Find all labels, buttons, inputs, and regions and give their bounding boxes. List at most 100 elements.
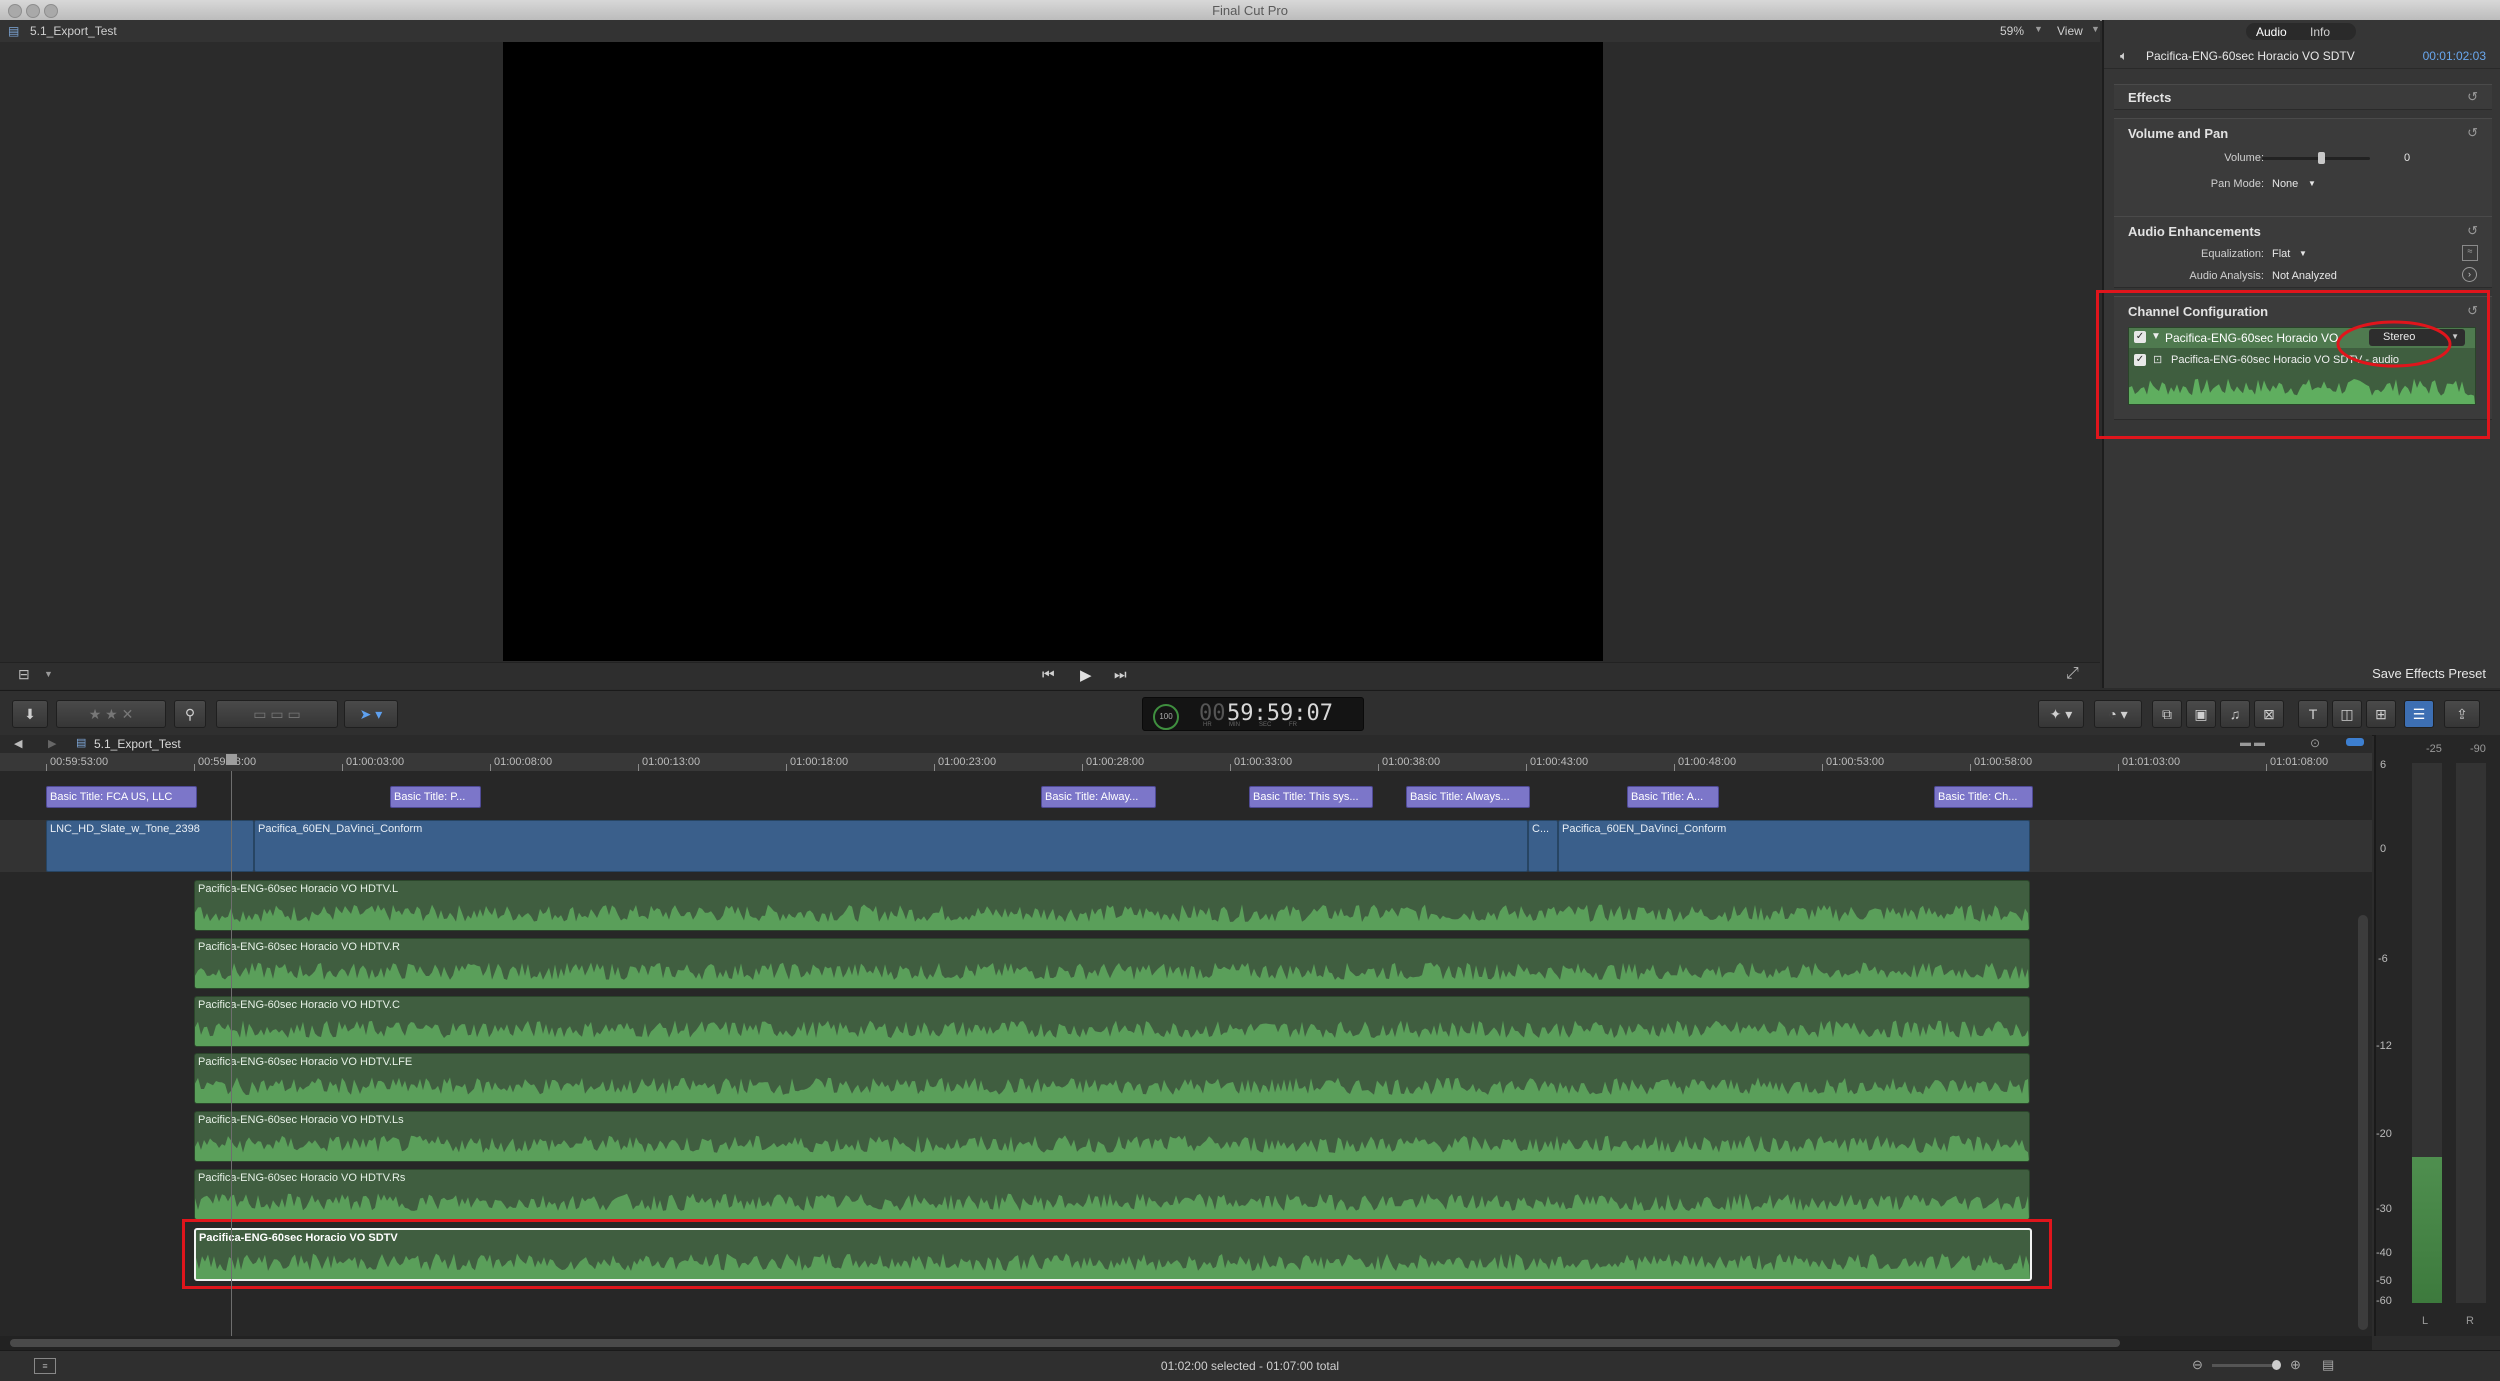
- play-button[interactable]: ▶: [1080, 666, 1092, 684]
- chevron-down-icon: ▼: [2091, 24, 2100, 34]
- reset-icon[interactable]: ↺: [2467, 125, 2478, 141]
- timeline-zoom-slider[interactable]: [2212, 1360, 2281, 1370]
- meter-scale-label: -6: [2378, 953, 2388, 965]
- clip-appearance-icon[interactable]: ▤: [2322, 1357, 2334, 1373]
- audio-skimming-icon[interactable]: ⊙: [2310, 736, 2320, 750]
- equalizer-icon[interactable]: ≈: [2462, 245, 2478, 261]
- keyword-icon[interactable]: ⚲: [174, 700, 206, 728]
- ruler-tick: [1082, 764, 1083, 771]
- timeline-ruler[interactable]: 00:59:53:0000:59:58:0001:00:03:0001:00:0…: [0, 753, 2372, 772]
- title-clip[interactable]: Basic Title: This sys...: [1249, 786, 1373, 808]
- photo-browser-icon[interactable]: ▣: [2186, 700, 2216, 728]
- import-icon[interactable]: ⬇: [12, 700, 48, 728]
- video-clip-label: Pacifica_60EN_DaVinci_Conform: [1562, 823, 1727, 835]
- video-clip[interactable]: C...: [1528, 820, 1558, 872]
- retime-icon[interactable]: ◔ ▾: [2094, 700, 2142, 728]
- next-edit-button[interactable]: ⏭: [1114, 666, 1127, 683]
- timecode-unit-sec: SEC: [1259, 722, 1272, 728]
- save-effects-preset-button[interactable]: Save Effects Preset: [2372, 666, 2486, 681]
- chevron-right-icon[interactable]: ›: [2462, 267, 2477, 282]
- volume-slider-knob[interactable]: [2318, 152, 2325, 164]
- ruler-tick-label: 01:00:28:00: [1086, 756, 1145, 768]
- ruler-tick: [1970, 764, 1971, 771]
- themes-browser-icon[interactable]: ⊞: [2366, 700, 2396, 728]
- audio-clip[interactable]: Pacifica-ENG-60sec Horacio VO HDTV.R: [194, 938, 2030, 989]
- playhead-handle[interactable]: [226, 754, 237, 765]
- fullscreen-icon[interactable]: ⤢: [2066, 665, 2079, 683]
- inspector-toggle-icon[interactable]: ☰: [2404, 700, 2434, 728]
- timecode-display[interactable]: 59:59:07: [1227, 701, 1333, 726]
- effects-browser-icon[interactable]: ⧉: [2152, 700, 2182, 728]
- audio-clip[interactable]: Pacifica-ENG-60sec Horacio VO HDTV.Rs: [194, 1169, 2030, 1220]
- peak-right: -90: [2470, 743, 2486, 755]
- title-clip[interactable]: Basic Title: P...: [390, 786, 481, 808]
- timeline-horizontal-scrollbar[interactable]: [10, 1339, 2120, 1347]
- video-clip-label: Pacifica_60EN_DaVinci_Conform: [258, 823, 423, 835]
- title-clip[interactable]: Basic Title: Always...: [1406, 786, 1530, 808]
- enhancements-icon[interactable]: ✦ ▾: [2038, 700, 2084, 728]
- timeline-zoom-knob[interactable]: [2272, 1360, 2281, 1370]
- audio-clip[interactable]: Pacifica-ENG-60sec Horacio VO HDTV.L: [194, 880, 2030, 931]
- video-clip-label: C...: [1532, 823, 1550, 835]
- audio-waveform: [195, 1135, 2029, 1161]
- forward-arrow-icon[interactable]: ▶: [48, 737, 56, 750]
- video-clip[interactable]: Pacifica_60EN_DaVinci_Conform: [1558, 820, 2030, 872]
- effects-heading: Effects: [2128, 90, 2172, 105]
- pan-mode-label: Pan Mode:: [2210, 178, 2264, 190]
- meter-scale-label: -30: [2376, 1203, 2392, 1215]
- pan-mode-dropdown[interactable]: None: [2272, 178, 2298, 190]
- clip-appearance-icon[interactable]: ▬ ▬: [2240, 737, 2265, 749]
- app-title: Final Cut Pro: [1212, 3, 1288, 18]
- playhead[interactable]: [231, 771, 232, 1336]
- previous-edit-button[interactable]: ⏮: [1042, 666, 1055, 683]
- timeline-vertical-scrollbar[interactable]: [2358, 915, 2368, 1330]
- share-icon[interactable]: ⇪: [2444, 700, 2480, 728]
- ruler-tick-label: 01:00:13:00: [642, 756, 701, 768]
- tab-audio[interactable]: Audio: [2256, 25, 2287, 39]
- tab-info[interactable]: Info: [2310, 25, 2330, 39]
- timecode-unit-min: MIN: [1229, 722, 1240, 728]
- ruler-tick: [2118, 764, 2119, 771]
- zoom-level-dropdown[interactable]: 59%: [2000, 24, 2024, 38]
- project-icon: ▤: [8, 24, 20, 38]
- select-tool-icon[interactable]: ➤ ▾: [344, 700, 398, 728]
- chevron-down-icon: ▼: [2299, 249, 2307, 258]
- title-clip[interactable]: Basic Title: FCA US, LLC: [46, 786, 197, 808]
- audio-waveform: [195, 1193, 2029, 1219]
- title-clip[interactable]: Basic Title: Alway...: [1041, 786, 1156, 808]
- render-progress: 100: [1153, 704, 1179, 730]
- title-clip[interactable]: Basic Title: A...: [1627, 786, 1719, 808]
- ruler-tick-label: 01:01:03:00: [2122, 756, 2181, 768]
- reset-icon[interactable]: ↺: [2467, 223, 2478, 239]
- music-browser-icon[interactable]: ♫: [2220, 700, 2250, 728]
- snapping-toggle[interactable]: [2346, 738, 2364, 746]
- edit-buttons[interactable]: ▭ ▭ ▭: [216, 700, 338, 728]
- back-arrow-icon[interactable]: ◀: [14, 737, 22, 750]
- title-clip[interactable]: Basic Title: Ch...: [1934, 786, 2033, 808]
- dashboard: 100 00 59:59:07 HR MIN SEC FR: [1142, 697, 1364, 731]
- zoom-out-icon[interactable]: ⊖: [2192, 1357, 2203, 1373]
- titles-browser-icon[interactable]: T: [2298, 700, 2328, 728]
- status-bar: ≡ 01:02:00 selected - 01:07:00 total ⊖ ⊕…: [0, 1350, 2500, 1381]
- inspector-clip-name: Pacifica-ENG-60sec Horacio VO SDTV: [2146, 49, 2355, 63]
- video-clip[interactable]: LNC_HD_Slate_w_Tone_2398: [46, 820, 254, 872]
- volume-pan-section: Volume and Pan ↺ Volume: 0 Pan Mode: Non…: [2114, 118, 2492, 228]
- audio-meters: -25 -90 6 0 -6 -12 -20 -30 -40 -50 -60 L…: [2374, 735, 2500, 1336]
- view-menu-button[interactable]: View: [2057, 24, 2083, 38]
- audio-clip[interactable]: Pacifica-ENG-60sec Horacio VO HDTV.LFE: [194, 1053, 2030, 1104]
- reset-icon[interactable]: ↺: [2467, 89, 2478, 105]
- ruler-tick: [1378, 764, 1379, 771]
- audio-clip[interactable]: Pacifica-ENG-60sec Horacio VO HDTV.C: [194, 996, 2030, 1047]
- video-clip[interactable]: Pacifica_60EN_DaVinci_Conform: [254, 820, 1528, 872]
- right-meter-bar: [2456, 763, 2486, 1303]
- generators-browser-icon[interactable]: ◫: [2332, 700, 2362, 728]
- equalization-dropdown[interactable]: Flat: [2272, 248, 2290, 260]
- zoom-in-icon[interactable]: ⊕: [2290, 1357, 2301, 1373]
- volume-slider[interactable]: [2262, 152, 2370, 164]
- display-options-icon[interactable]: ⊟: [18, 666, 30, 683]
- video-canvas[interactable]: [503, 42, 1603, 661]
- ruler-tick: [1674, 764, 1675, 771]
- rating-buttons[interactable]: ★ ★ ✕: [56, 700, 166, 728]
- transitions-browser-icon[interactable]: ⊠: [2254, 700, 2284, 728]
- audio-clip[interactable]: Pacifica-ENG-60sec Horacio VO HDTV.Ls: [194, 1111, 2030, 1162]
